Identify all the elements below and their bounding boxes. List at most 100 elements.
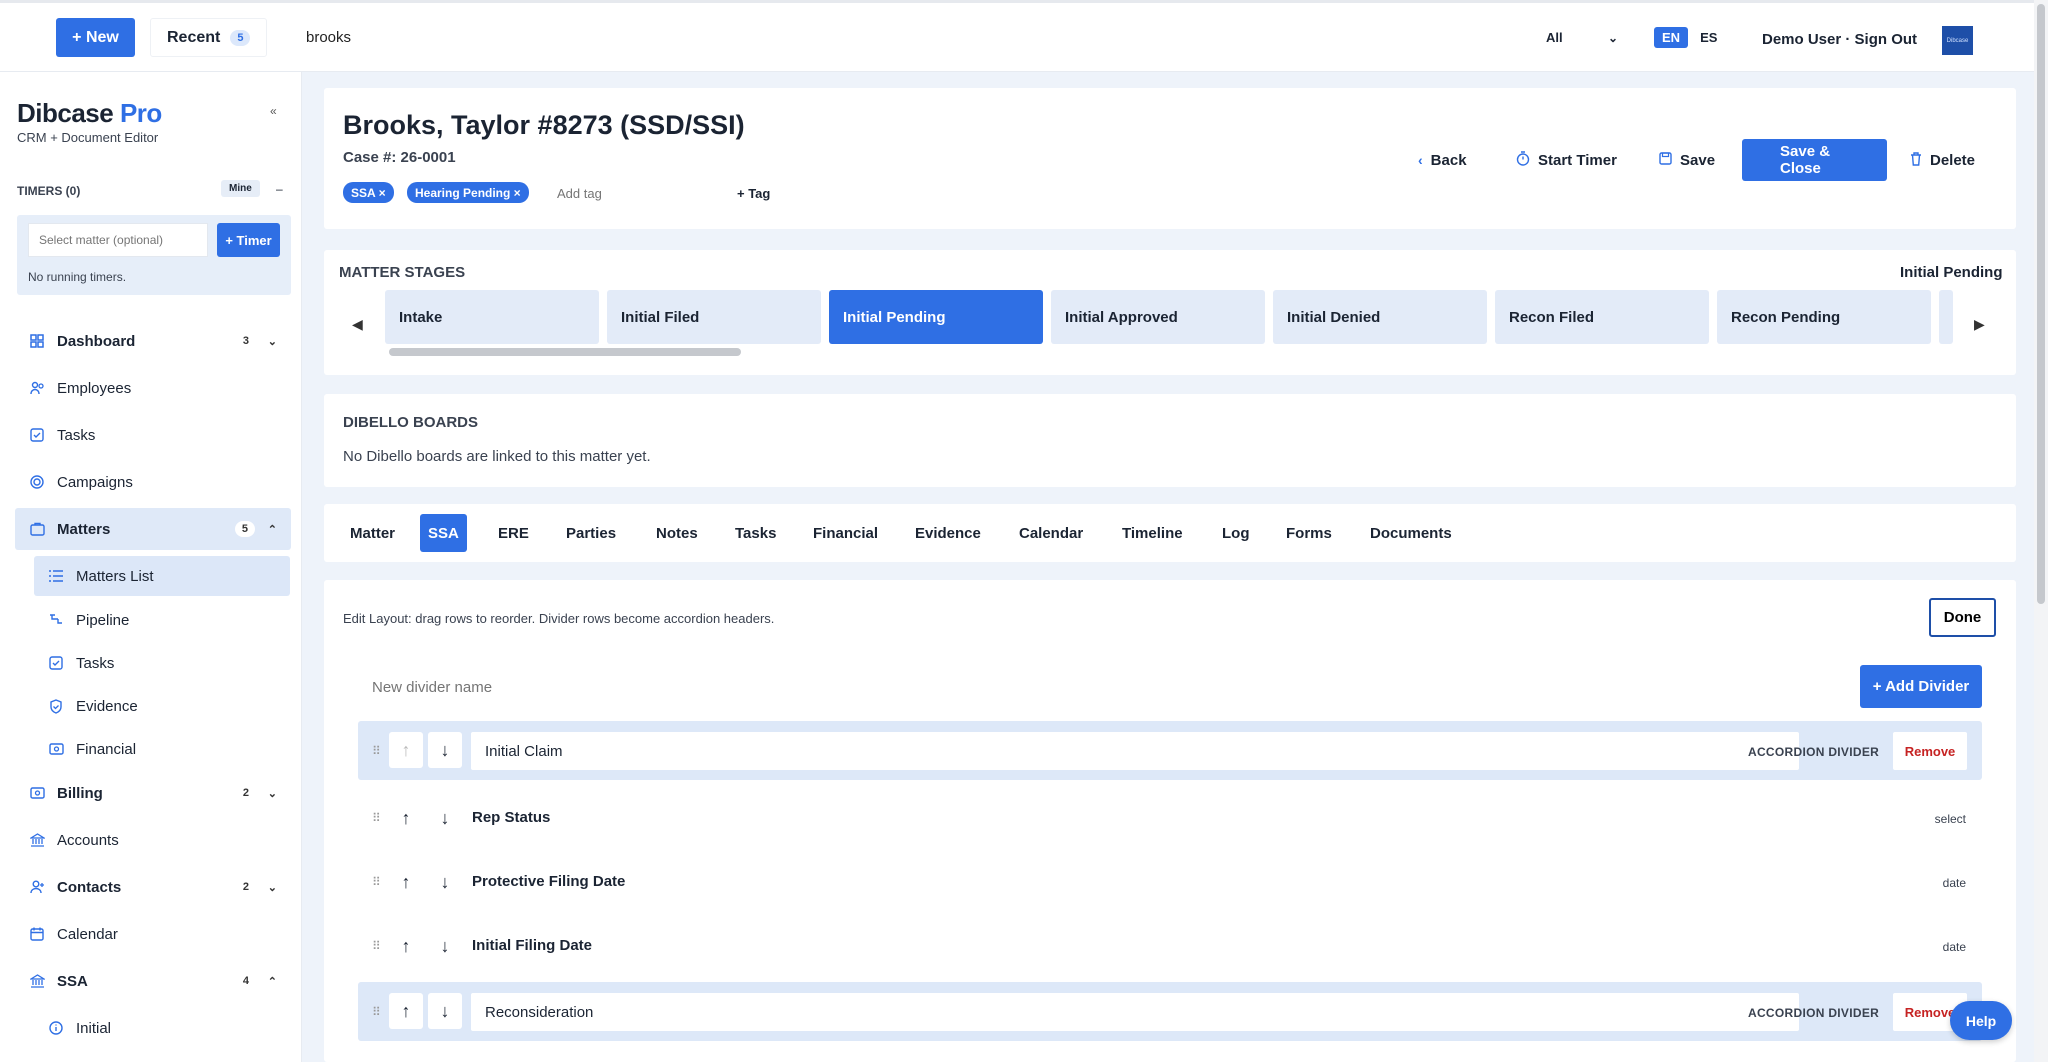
stages-scroll-right-icon[interactable]: ▶ — [1974, 316, 1985, 333]
tab-ere[interactable]: ERE — [490, 514, 537, 552]
sidebar-item-employees[interactable]: Employees — [15, 368, 291, 408]
stage-next-partial[interactable] — [1939, 290, 1953, 344]
layout-row-field[interactable]: ⠿ ↑ ↓ Initial Filing Date date — [358, 919, 1982, 973]
stages-scrollbar[interactable] — [389, 348, 1955, 356]
sidebar-item-pipeline[interactable]: Pipeline — [34, 600, 290, 640]
sidebar-item-matters[interactable]: Matters 5 ⌃ — [15, 508, 291, 550]
select-matter-input[interactable] — [28, 223, 208, 257]
sidebar-item-contacts[interactable]: Contacts 2 ⌄ — [15, 867, 291, 907]
new-divider-input[interactable] — [358, 666, 1858, 708]
sidebar-item-billing[interactable]: Billing 2 ⌄ — [15, 773, 291, 813]
search-input[interactable] — [290, 17, 1500, 57]
tag-ssa[interactable]: SSA × — [343, 182, 394, 203]
move-down-button[interactable]: ↓ — [428, 928, 462, 964]
sidebar-item-initial[interactable]: Initial — [34, 1008, 290, 1048]
mine-toggle[interactable]: Mine — [221, 180, 260, 197]
stage-initial-filed[interactable]: Initial Filed — [607, 290, 821, 344]
divider-name-field[interactable]: Initial Claim — [471, 732, 1799, 770]
sidebar-item-matters-list[interactable]: Matters List — [34, 556, 290, 596]
scope-select[interactable]: All ⌄ — [1532, 18, 1632, 57]
add-divider-button[interactable]: + Add Divider — [1860, 665, 1982, 708]
help-button[interactable]: Help — [1950, 1001, 2012, 1040]
collapse-sidebar-icon[interactable]: « — [270, 104, 277, 118]
tab-matter[interactable]: Matter — [342, 514, 403, 552]
lang-es-button[interactable]: ES — [1692, 27, 1725, 48]
back-button[interactable]: ‹ Back — [1404, 139, 1481, 181]
sidebar-item-campaigns[interactable]: Campaigns — [15, 462, 291, 502]
company-logo: Dibcase — [1942, 26, 1973, 55]
drag-handle-icon[interactable]: ⠿ — [372, 744, 381, 758]
sidebar-item-financial[interactable]: Financial — [34, 729, 290, 769]
trash-icon — [1910, 151, 1922, 169]
current-stage: Initial Pending — [1900, 264, 2003, 281]
drag-handle-icon[interactable]: ⠿ — [372, 939, 381, 953]
page-scrollbar[interactable] — [2034, 0, 2048, 1062]
tab-forms[interactable]: Forms — [1278, 514, 1340, 552]
stage-recon-filed[interactable]: Recon Filed — [1495, 290, 1709, 344]
tab-financial[interactable]: Financial — [805, 514, 886, 552]
divider-name-field[interactable]: Reconsideration — [471, 993, 1799, 1031]
field-type: date — [1942, 876, 1966, 890]
chevron-left-icon: ‹ — [1418, 152, 1423, 168]
money-icon — [29, 785, 45, 801]
recent-button[interactable]: Recent 5 — [150, 18, 268, 57]
new-button[interactable]: + New — [56, 18, 135, 57]
contact-icon — [29, 879, 45, 895]
sidebar-item-dashboard[interactable]: Dashboard 3 ⌄ — [15, 321, 291, 361]
add-timer-button[interactable]: + Timer — [217, 223, 280, 257]
tab-notes[interactable]: Notes — [648, 514, 706, 552]
tag-hearing-pending[interactable]: Hearing Pending × — [407, 182, 529, 203]
sidebar-item-calendar[interactable]: Calendar — [15, 914, 291, 954]
move-up-button[interactable]: ↑ — [389, 928, 423, 964]
layout-row-field[interactable]: ⠿ ↑ ↓ Protective Filing Date date — [358, 855, 1982, 909]
stage-initial-denied[interactable]: Initial Denied — [1273, 290, 1487, 344]
move-down-button[interactable]: ↓ — [428, 993, 462, 1029]
add-tag-button[interactable]: + Tag — [737, 186, 770, 201]
stage-intake[interactable]: Intake — [385, 290, 599, 344]
user-sign-out[interactable]: Demo User · Sign Out — [1762, 31, 1917, 48]
done-button[interactable]: Done — [1929, 598, 1996, 637]
tab-documents[interactable]: Documents — [1362, 514, 1460, 552]
stage-recon-pending[interactable]: Recon Pending — [1717, 290, 1931, 344]
tab-tasks[interactable]: Tasks — [727, 514, 784, 552]
move-down-button[interactable]: ↓ — [428, 732, 462, 768]
start-timer-button[interactable]: Start Timer — [1502, 139, 1631, 181]
drag-handle-icon[interactable]: ⠿ — [372, 875, 381, 889]
stages-scroll-left-icon[interactable]: ◀ — [352, 316, 363, 333]
delete-button[interactable]: Delete — [1896, 139, 1990, 181]
stage-initial-pending[interactable]: Initial Pending — [829, 290, 1043, 344]
tab-evidence[interactable]: Evidence — [907, 514, 989, 552]
move-up-button[interactable]: ↑ — [389, 732, 423, 768]
move-up-button[interactable]: ↑ — [389, 993, 423, 1029]
tab-log[interactable]: Log — [1214, 514, 1258, 552]
stopwatch-icon — [1516, 151, 1530, 169]
move-down-button[interactable]: ↓ — [428, 800, 462, 836]
sidebar-item-evidence[interactable]: Evidence — [34, 686, 290, 726]
layout-row-divider[interactable]: ⠿ ↑ ↓ Initial Claim ACCORDION DIVIDER Re… — [358, 721, 1982, 780]
sidebar-item-accounts[interactable]: Accounts — [15, 820, 291, 860]
sidebar-item-tasks[interactable]: Tasks — [15, 415, 291, 455]
tab-calendar[interactable]: Calendar — [1011, 514, 1091, 552]
tab-parties[interactable]: Parties — [558, 514, 624, 552]
sidebar-item-ssa[interactable]: SSA 4 ⌃ — [15, 961, 291, 1001]
save-button[interactable]: Save — [1645, 139, 1730, 181]
stage-initial-approved[interactable]: Initial Approved — [1051, 290, 1265, 344]
sidebar-item-label: Employees — [57, 379, 132, 397]
collapse-timers-button[interactable]: – — [276, 182, 283, 196]
tab-ssa[interactable]: SSA — [420, 514, 467, 552]
move-up-button[interactable]: ↑ — [389, 800, 423, 836]
scrollbar-thumb[interactable] — [389, 348, 741, 356]
sidebar-item-matter-tasks[interactable]: Tasks — [34, 643, 290, 683]
scrollbar-thumb[interactable] — [2037, 4, 2045, 604]
drag-handle-icon[interactable]: ⠿ — [372, 1005, 381, 1019]
layout-row-field[interactable]: ⠿ ↑ ↓ Rep Status select — [358, 791, 1982, 845]
add-tag-input[interactable] — [547, 178, 717, 208]
move-up-button[interactable]: ↑ — [389, 864, 423, 900]
lang-en-button[interactable]: EN — [1654, 27, 1689, 48]
remove-divider-button[interactable]: Remove — [1893, 732, 1967, 770]
move-down-button[interactable]: ↓ — [428, 864, 462, 900]
save-close-button[interactable]: Save & Close — [1742, 139, 1887, 181]
drag-handle-icon[interactable]: ⠿ — [372, 811, 381, 825]
layout-row-divider[interactable]: ⠿ ↑ ↓ Reconsideration ACCORDION DIVIDER … — [358, 982, 1982, 1041]
tab-timeline[interactable]: Timeline — [1114, 514, 1191, 552]
